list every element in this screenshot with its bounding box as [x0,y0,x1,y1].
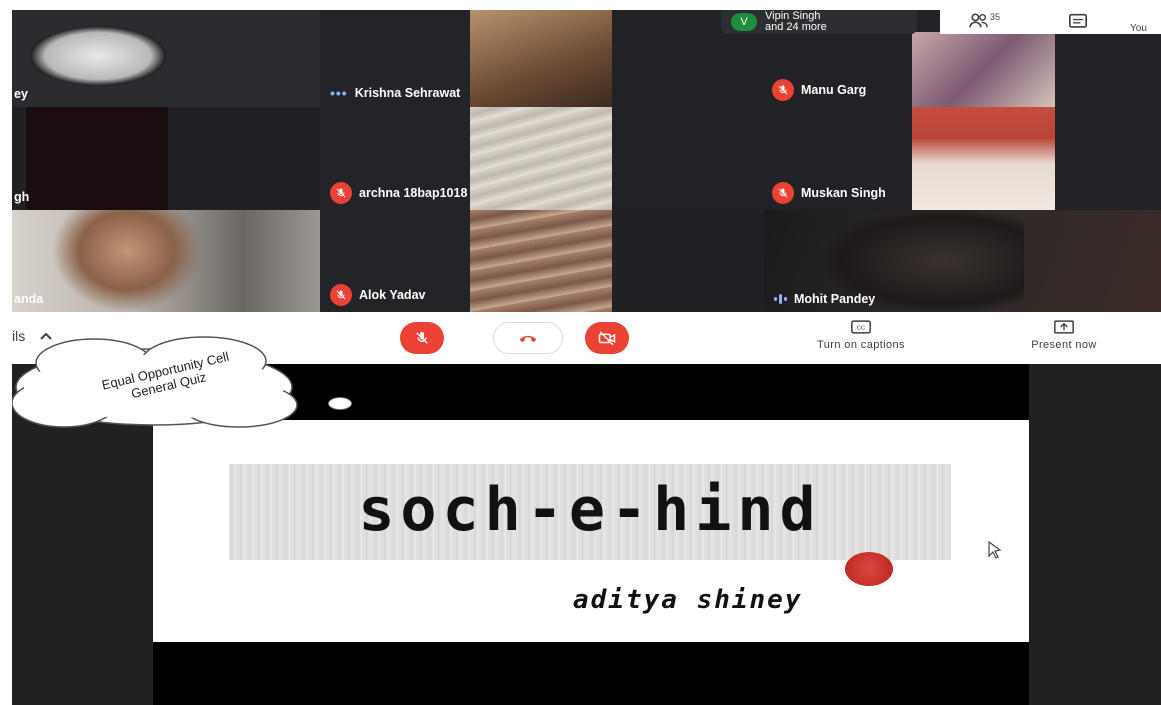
mic-off-icon [330,284,352,306]
closed-captions-icon: CC [851,320,871,334]
more-dots-icon: ••• [330,85,348,101]
chat-icon [1069,13,1087,28]
meet-window: ey ••• Krishna Sehrawat Manu Garg gh arc… [12,10,1161,705]
self-view-label: You [1130,23,1147,34]
participant-tile[interactable]: Mohit Pandey [764,210,1161,312]
video-grid: ey ••• Krishna Sehrawat Manu Garg gh arc… [12,10,1161,312]
slide: soch-e-hind aditya shiney [153,420,1029,642]
mic-off-icon [772,182,794,204]
participant-name: anda [14,292,44,306]
chip-line-2: and 24 more [765,21,827,33]
leave-call-button[interactable] [493,322,563,354]
participant-name: Muskan Singh [801,186,886,200]
quiz-thought-cloud: Equal Opportunity Cell General Quiz [12,333,316,437]
participant-tile[interactable]: gh [12,107,320,210]
captions-button[interactable]: CC Turn on captions [792,320,930,351]
present-now-label: Present now [1031,339,1097,351]
top-right-toolbar: 35 You [940,10,1161,34]
avatar: V [731,13,757,31]
participant-tile[interactable]: anda [12,210,320,312]
participant-tile[interactable]: Alok Yadav [320,210,612,312]
camera-off-icon [598,331,616,346]
microphone-toggle-button[interactable] [400,322,444,354]
participant-tile[interactable]: Muskan Singh [612,107,1161,210]
participant-video [470,210,612,312]
participant-video [470,10,612,107]
mic-off-icon [416,332,428,344]
participant-video [912,107,1055,210]
participant-tile[interactable]: archna 18bap1018 [320,107,612,210]
red-seal [845,552,893,586]
thought-bubble-dot [328,397,352,410]
people-count: 35 [990,12,1001,22]
participant-video [52,210,202,312]
participant-video [912,32,1055,107]
mouse-pointer-icon [988,541,1002,559]
participant-video [470,107,612,210]
participant-name: archna 18bap1018 [359,186,468,200]
participant-name: Manu Garg [801,83,867,97]
present-screen-icon [1054,320,1074,334]
participant-video [26,107,168,210]
slide-title: soch-e-hind [358,475,822,545]
participant-name: Alok Yadav [359,288,426,302]
people-button[interactable]: 35 [968,12,1000,30]
participant-name: Krishna Sehrawat [354,86,461,100]
join-notification-chip[interactable]: V Vipin Singh and 24 more [721,10,917,34]
captions-label: Turn on captions [817,339,905,351]
participant-name: ey [14,87,28,101]
participant-name: gh [14,190,30,204]
profile-picture [30,26,166,86]
people-icon [969,13,988,28]
chat-button[interactable] [1068,13,1088,36]
mic-off-icon [330,182,352,204]
present-now-button[interactable]: Present now [1012,320,1116,351]
participant-name: Mohit Pandey [794,292,876,306]
slide-subtitle: aditya shiney [573,585,803,615]
mic-off-icon [772,79,794,101]
participant-tile[interactable]: ••• Krishna Sehrawat [320,10,612,107]
speaking-indicator-icon [774,294,787,304]
hang-up-icon [519,335,537,343]
svg-text:CC: CC [857,326,865,332]
participant-tile[interactable]: ey [12,10,320,107]
camera-toggle-button[interactable] [585,322,629,354]
